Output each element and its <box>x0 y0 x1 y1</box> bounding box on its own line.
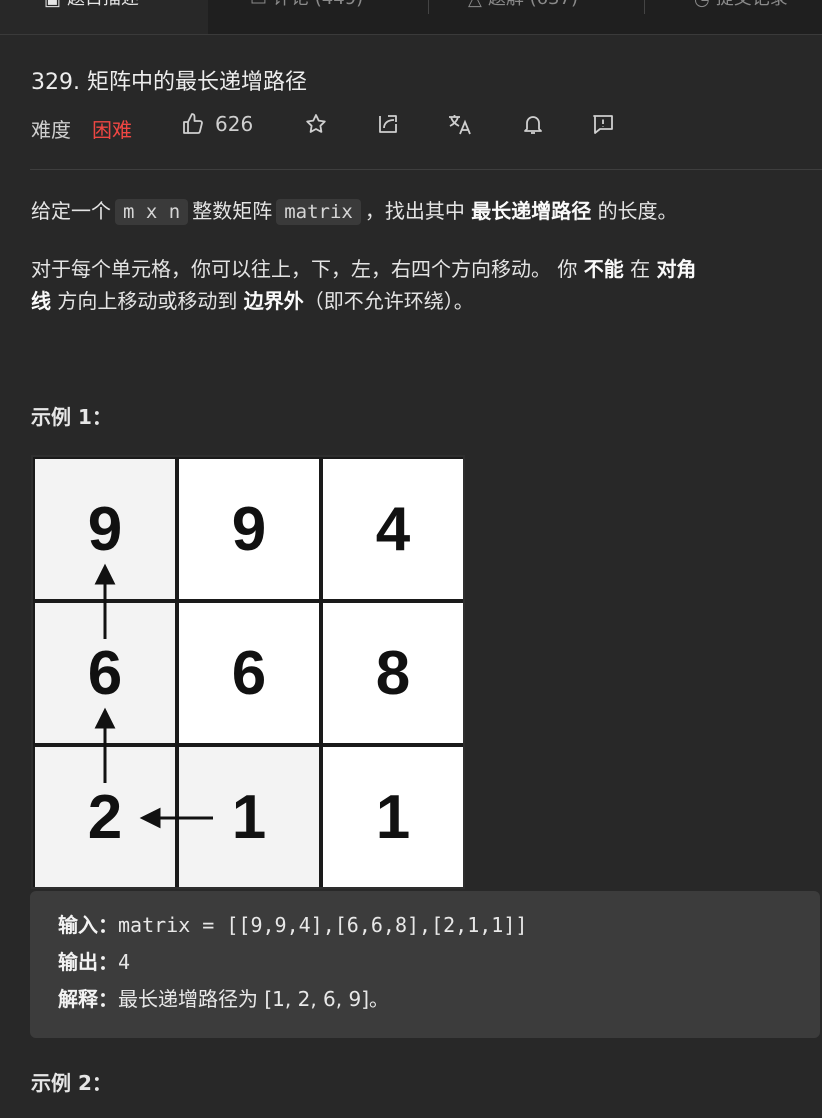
description-icon: ▣ <box>44 0 61 10</box>
inline-code: matrix <box>276 199 361 225</box>
like-button[interactable]: 626 <box>181 112 253 136</box>
thumbs-up-icon <box>183 113 203 134</box>
bell-icon <box>524 116 542 134</box>
tab-bar: ▣ 题目描述 ▭ 评论 (449) △ 题解 (637) ◷ 提交记录 <box>0 0 822 35</box>
translate-icon <box>449 115 471 135</box>
difficulty-badge: 困难 <box>92 118 132 142</box>
example-input: 输入：matrix = [[9,9,4],[6,6,8],[2,1,1]] <box>58 913 528 937</box>
path-arrows <box>94 563 213 829</box>
tab-comments[interactable]: ▭ 评论 (449) <box>250 0 420 34</box>
inline-code: m x n <box>115 199 189 225</box>
example-title: 示例 1： <box>31 405 112 429</box>
comment-icon: ▭ <box>250 0 267 10</box>
tab-description[interactable]: ▣ 题目描述 <box>0 0 208 34</box>
example-matrix-image: 9 9 4 6 6 8 2 1 1 <box>31 455 465 889</box>
example-output: 输出：4 <box>58 950 131 974</box>
description-paragraph: 给定一个 m x n 整数矩阵 matrix ，找出其中 最长递增路径 的长度。 <box>31 199 678 225</box>
like-count: 626 <box>215 112 254 136</box>
feedback-button[interactable] <box>591 112 615 136</box>
favorite-button[interactable] <box>304 112 328 136</box>
solution-icon: △ <box>468 0 482 10</box>
example-io-block: 输入：matrix = [[9,9,4],[6,6,8],[2,1,1]] 输出… <box>30 891 820 1038</box>
share-button[interactable] <box>376 112 400 136</box>
tab-divider <box>644 0 645 14</box>
description-paragraph: 对于每个单元格，你可以往上，下，左，右四个方向移动。 你 不能 在 对角 线 方… <box>31 257 697 313</box>
example-title: 示例 2： <box>31 1071 112 1095</box>
star-icon <box>306 114 326 133</box>
difficulty-label: 难度 <box>31 118 71 142</box>
feedback-icon <box>593 115 613 134</box>
share-icon <box>379 115 397 133</box>
notify-button[interactable] <box>521 112 545 136</box>
problem-meta: 难度 困难 626 <box>31 112 631 142</box>
history-icon: ◷ <box>694 0 710 10</box>
tab-solutions[interactable]: △ 题解 (637) <box>468 0 638 34</box>
tab-divider <box>428 0 429 14</box>
translate-button[interactable] <box>447 112 473 136</box>
divider <box>30 169 822 170</box>
tab-submissions[interactable]: ◷ 提交记录 <box>694 0 822 34</box>
example-explanation: 解释：最长递增路径为 [1, 2, 6, 9]。 <box>58 987 390 1011</box>
problem-title: 329. 矩阵中的最长递增路径 <box>31 70 307 95</box>
